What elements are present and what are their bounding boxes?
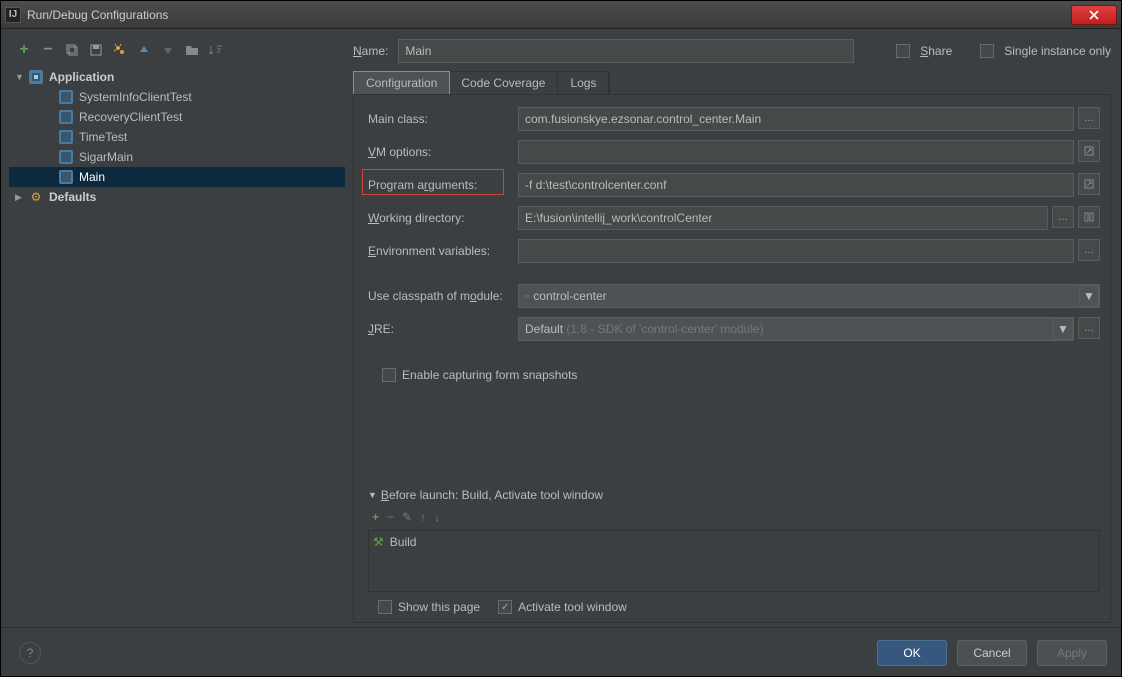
tab-code-coverage[interactable]: Code Coverage — [449, 72, 558, 94]
config-tree[interactable]: ▼ Application SystemInfoClientTest Recov… — [9, 67, 345, 619]
browse-dir-button[interactable]: … — [1052, 206, 1074, 228]
gear-icon: ⚙ — [29, 190, 43, 204]
tree-item-label: Main — [79, 170, 105, 184]
show-page-label: Show this page — [398, 600, 480, 614]
tree-item[interactable]: SigarMain — [9, 147, 345, 167]
application-icon — [59, 130, 73, 144]
dialog-buttons: ? OK Cancel Apply — [1, 627, 1121, 677]
application-icon — [59, 170, 73, 184]
bl-up-button[interactable]: ↑ — [420, 510, 426, 524]
program-args-label: Program arguments: — [368, 178, 518, 192]
tab-bar: Configuration Code Coverage Logs — [353, 71, 610, 94]
snapshots-label: Enable capturing form snapshots — [402, 368, 577, 382]
jre-dropdown[interactable]: Default (1.8 - SDK of 'control-center' m… — [518, 317, 1074, 341]
tree-item[interactable]: TimeTest — [9, 127, 345, 147]
help-button[interactable]: ? — [19, 642, 41, 664]
chevron-down-icon: ▼ — [1079, 285, 1099, 307]
tree-item-label: RecoveryClientTest — [79, 110, 182, 124]
tree-node-application[interactable]: ▼ Application — [9, 67, 345, 87]
intellij-icon: IJ — [5, 7, 21, 23]
single-instance-checkbox[interactable] — [980, 44, 994, 58]
chevron-down-icon: ▼ — [1053, 318, 1073, 340]
config-editor-panel: Name: SSharehare Single instance only Co… — [345, 31, 1119, 625]
sort-button[interactable] — [207, 41, 225, 59]
name-input[interactable] — [398, 39, 854, 63]
vm-options-label: VM options: — [368, 145, 518, 159]
application-icon — [59, 150, 73, 164]
application-icon — [59, 90, 73, 104]
jre-label: JRE: — [368, 322, 518, 336]
ok-button[interactable]: OK — [877, 640, 947, 666]
tree-node-defaults[interactable]: ▶ ⚙ Defaults — [9, 187, 345, 207]
working-dir-input[interactable] — [518, 206, 1048, 230]
tree-item-selected[interactable]: Main — [9, 167, 345, 187]
browse-class-button[interactable]: … — [1078, 107, 1100, 129]
bl-remove-button[interactable]: − — [387, 510, 394, 524]
name-label: Name: — [353, 44, 388, 58]
bl-edit-button[interactable]: ✎ — [402, 510, 412, 524]
copy-config-button[interactable] — [63, 41, 81, 59]
main-class-label: Main class: — [368, 112, 518, 126]
working-dir-label: Working directory: — [368, 211, 518, 225]
hammer-icon: ⚒ — [373, 535, 384, 549]
expand-args-button[interactable] — [1078, 173, 1100, 195]
activate-window-checkbox[interactable] — [498, 600, 512, 614]
tree-item[interactable]: RecoveryClientTest — [9, 107, 345, 127]
move-down-button[interactable] — [159, 41, 177, 59]
close-button[interactable] — [1071, 5, 1117, 25]
bl-item-build[interactable]: ⚒ Build — [373, 535, 1095, 549]
tab-logs[interactable]: Logs — [558, 72, 609, 94]
bl-down-button[interactable]: ↓ — [434, 510, 440, 524]
activate-window-label: Activate tool window — [518, 600, 627, 614]
browse-jre-button[interactable]: … — [1078, 317, 1100, 339]
save-config-button[interactable] — [87, 41, 105, 59]
macro-dir-button[interactable] — [1078, 206, 1100, 228]
move-up-button[interactable] — [135, 41, 153, 59]
edit-defaults-button[interactable] — [111, 41, 129, 59]
tab-configuration[interactable]: Configuration — [353, 71, 450, 95]
window-title: Run/Debug Configurations — [27, 8, 1071, 22]
before-launch-header[interactable]: ▼ Before launch: Build, Activate tool wi… — [368, 488, 1100, 502]
before-launch-toolbar: + − ✎ ↑ ↓ — [368, 508, 1100, 530]
env-vars-label: Environment variables: — [368, 244, 518, 258]
remove-config-button[interactable]: − — [39, 41, 57, 59]
add-config-button[interactable]: + — [15, 41, 33, 59]
env-vars-input[interactable] — [518, 239, 1074, 263]
module-label: Use classpath of module: — [368, 289, 518, 303]
tree-label: Application — [49, 70, 114, 84]
configurations-panel: + − ▼ Application SystemInfoClientTest R… — [3, 31, 345, 625]
expand-vm-button[interactable] — [1078, 140, 1100, 162]
tree-item-label: SystemInfoClientTest — [79, 90, 192, 104]
bl-add-button[interactable]: + — [372, 510, 379, 524]
share-checkbox[interactable] — [896, 44, 910, 58]
program-args-input[interactable] — [518, 173, 1074, 197]
tree-item-label: SigarMain — [79, 150, 133, 164]
before-launch-list[interactable]: ⚒ Build — [368, 530, 1100, 592]
title-bar: IJ Run/Debug Configurations — [1, 1, 1121, 29]
main-class-input[interactable] — [518, 107, 1074, 131]
application-icon — [59, 110, 73, 124]
config-toolbar: + − — [9, 37, 345, 67]
application-icon — [29, 70, 43, 84]
edit-env-button[interactable]: … — [1078, 239, 1100, 261]
show-page-checkbox[interactable] — [378, 600, 392, 614]
tree-label: Defaults — [49, 190, 96, 204]
apply-button[interactable]: Apply — [1037, 640, 1107, 666]
tree-item[interactable]: SystemInfoClientTest — [9, 87, 345, 107]
tab-content: Main class: … VM options: Program argume… — [353, 94, 1111, 623]
vm-options-input[interactable] — [518, 140, 1074, 164]
module-dropdown[interactable]: ▫control-center ▼ — [518, 284, 1100, 308]
single-instance-label: Single instance only — [1004, 44, 1111, 58]
tree-item-label: TimeTest — [79, 130, 127, 144]
cancel-button[interactable]: Cancel — [957, 640, 1027, 666]
snapshots-checkbox[interactable] — [382, 368, 396, 382]
folder-button[interactable] — [183, 41, 201, 59]
share-label: SSharehare — [920, 44, 952, 58]
